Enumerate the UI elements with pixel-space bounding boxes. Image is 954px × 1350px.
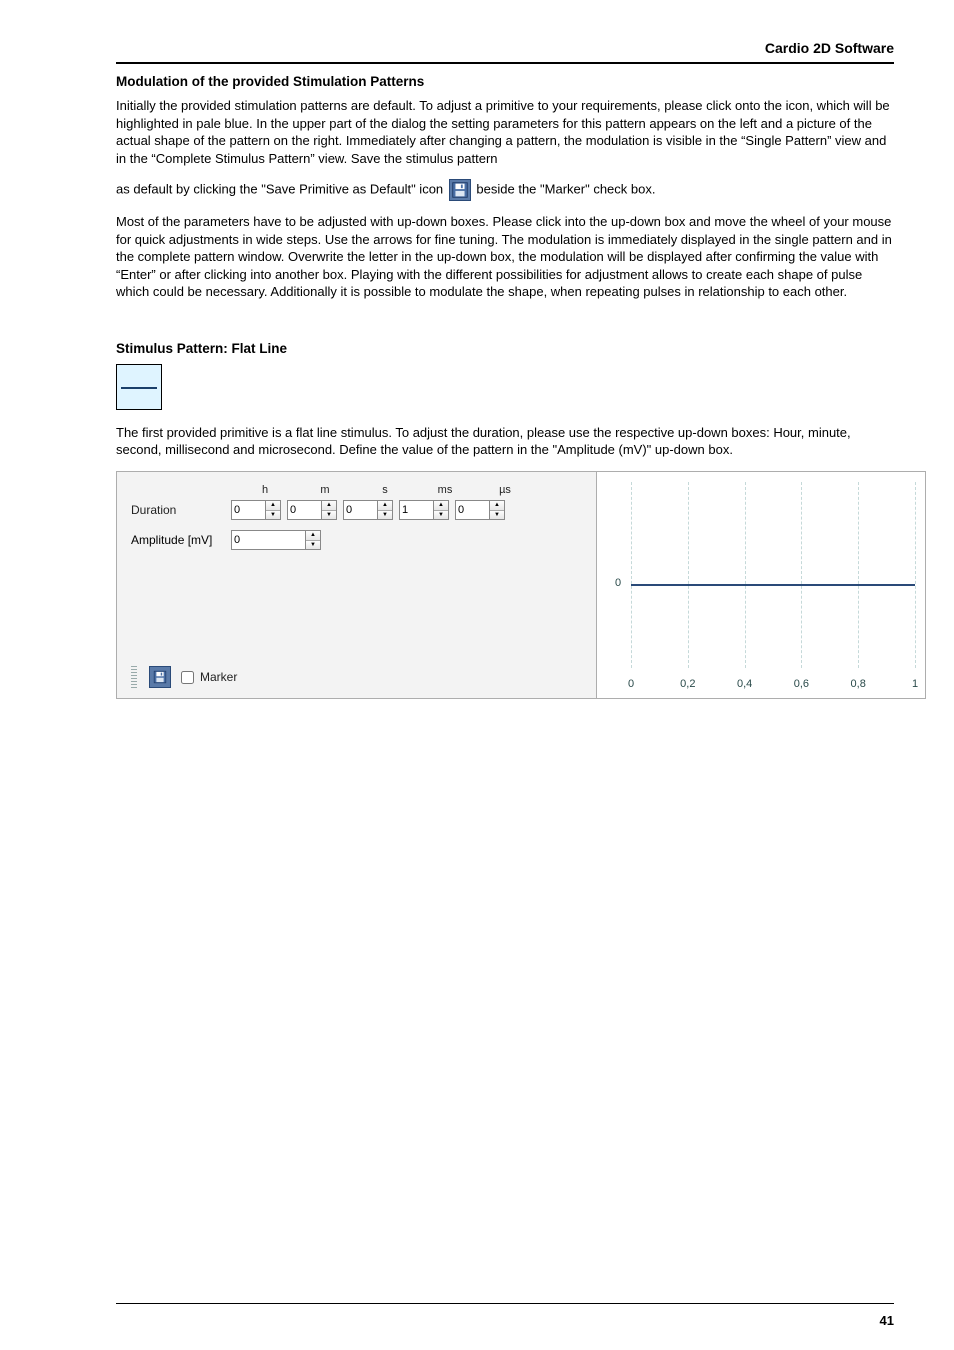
- spin-s-down[interactable]: ▼: [378, 511, 392, 520]
- settings-panel: h m s ms µs Duration ▲▼ ▲▼: [116, 471, 926, 699]
- amplitude-label: Amplitude [mV]: [131, 533, 231, 547]
- save-icon: [449, 179, 471, 201]
- spin-m-input[interactable]: [287, 500, 321, 520]
- xtick-2: 0,4: [737, 678, 752, 690]
- xtick-1: 0,2: [680, 678, 695, 690]
- spin-m-up[interactable]: ▲: [322, 501, 336, 511]
- spin-us[interactable]: ▲▼: [455, 500, 505, 520]
- spin-ms-down[interactable]: ▼: [434, 511, 448, 520]
- xtick-3: 0,6: [794, 678, 809, 690]
- xtick-5: 1: [912, 678, 918, 690]
- spin-h-down[interactable]: ▼: [266, 511, 280, 520]
- duration-label: Duration: [131, 503, 231, 517]
- spin-us-down[interactable]: ▼: [490, 511, 504, 520]
- primitive-flatline-icon: [116, 364, 162, 410]
- spin-m[interactable]: ▲▼: [287, 500, 337, 520]
- spin-ms[interactable]: ▲▼: [399, 500, 449, 520]
- amp-down[interactable]: ▼: [306, 541, 320, 550]
- plot-line: [631, 584, 915, 586]
- plot-panel: 0 0 0,2 0,4 0,6 0,8 1: [597, 472, 925, 698]
- spin-us-up[interactable]: ▲: [490, 501, 504, 511]
- amplitude-input[interactable]: [231, 530, 305, 550]
- paragraph-2: Most of the parameters have to be adjust…: [116, 213, 894, 301]
- hdr-h: h: [235, 484, 295, 496]
- xtick-0: 0: [628, 678, 634, 690]
- page-number: 41: [880, 1313, 894, 1328]
- paragraph-1: Initially the provided stimulation patte…: [116, 97, 894, 167]
- marker-checkbox[interactable]: [181, 671, 194, 684]
- spin-h-up[interactable]: ▲: [266, 501, 280, 511]
- toolbar-grip: [131, 666, 137, 688]
- paragraph-1b-after: beside the "Marker" check box.: [476, 182, 655, 197]
- spin-m-down[interactable]: ▼: [322, 511, 336, 520]
- header-rule: [116, 62, 894, 64]
- hdr-m: m: [295, 484, 355, 496]
- marker-label: Marker: [200, 670, 237, 684]
- flatline-plot: 0 0 0,2 0,4 0,6 0,8 1: [597, 472, 925, 698]
- spin-us-input[interactable]: [455, 500, 489, 520]
- spin-h-input[interactable]: [231, 500, 265, 520]
- spin-ms-input[interactable]: [399, 500, 433, 520]
- spin-h[interactable]: ▲▼: [231, 500, 281, 520]
- settings-left: h m s ms µs Duration ▲▼ ▲▼: [117, 472, 597, 698]
- spin-ms-up[interactable]: ▲: [434, 501, 448, 511]
- duration-headers: h m s ms µs: [235, 484, 582, 496]
- hdr-ms: ms: [415, 484, 475, 496]
- paragraph-3: The first provided primitive is a flat l…: [116, 424, 894, 459]
- spin-s-up[interactable]: ▲: [378, 501, 392, 511]
- heading-flatline: Stimulus Pattern: Flat Line: [116, 341, 894, 356]
- ytick-0: 0: [615, 577, 621, 589]
- heading-modulation: Modulation of the provided Stimulation P…: [116, 74, 894, 89]
- spin-s[interactable]: ▲▼: [343, 500, 393, 520]
- footer-rule: [116, 1303, 894, 1304]
- xtick-4: 0,8: [851, 678, 866, 690]
- save-primitive-button[interactable]: [149, 666, 171, 688]
- amp-up[interactable]: ▲: [306, 531, 320, 541]
- spin-s-input[interactable]: [343, 500, 377, 520]
- hdr-us: µs: [475, 484, 535, 496]
- paragraph-1b-before: as default by clicking the "Save Primiti…: [116, 182, 443, 197]
- hdr-s: s: [355, 484, 415, 496]
- marker-checkbox-wrap[interactable]: Marker: [181, 670, 237, 684]
- paragraph-1b: as default by clicking the "Save Primiti…: [116, 179, 894, 201]
- page-header: Cardio 2D Software: [116, 40, 894, 56]
